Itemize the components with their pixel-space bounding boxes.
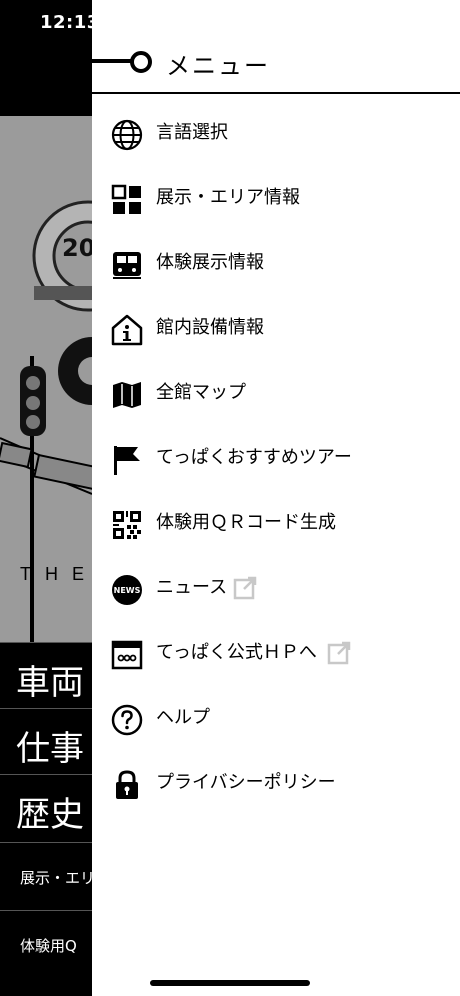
underlay-row: 体験用Q [0, 910, 92, 977]
underlay-logo-text: THE [20, 564, 92, 584]
menu-title: メニュー [166, 52, 270, 80]
underlay-menu: 車両 仕事 歴史 展示・エリ 体験用Q [0, 642, 92, 996]
news-badge-text: NEWS [114, 586, 141, 595]
lock-icon [116, 770, 138, 799]
external-link-icon [233, 576, 257, 600]
menu-item-news[interactable]: NEWS ニュース [92, 559, 460, 619]
menu-item-official-site[interactable]: てっぱく公式ＨＰへ [92, 624, 460, 684]
underlay-row: 仕事 [0, 708, 92, 775]
grid-icon [111, 184, 141, 214]
menu-item-label: プライバシーポリシー [156, 772, 336, 793]
menu-item-label: 展示・エリア情報 [156, 187, 300, 208]
menu-item-label: 言語選択 [156, 122, 228, 143]
menu-item-privacy[interactable]: プライバシーポリシー [92, 754, 460, 814]
map-icon [113, 382, 141, 408]
rail-node-decoration [130, 51, 152, 73]
underlay-hero-illustration: 20 THE [0, 116, 92, 642]
menu-item-exhibit-area[interactable]: 展示・エリア情報 [92, 169, 460, 229]
menu-item-label: 体験用ＱＲコード生成 [156, 512, 336, 533]
menu-item-label: 全館マップ [156, 382, 246, 403]
external-link-icon [327, 641, 351, 665]
svg-text:20: 20 [62, 234, 92, 262]
menu-item-facilities[interactable]: 館内設備情報 [92, 299, 460, 359]
browser-icon [111, 640, 143, 670]
underlay-row: 車両 [0, 642, 92, 709]
status-time: 12:13 [40, 12, 100, 33]
news-icon: NEWS [112, 575, 142, 605]
drawer-header: メニュー [92, 30, 460, 94]
menu-item-label: 館内設備情報 [156, 317, 264, 338]
help-icon [111, 704, 143, 736]
menu-item-tour[interactable]: てっぱくおすすめツアー [92, 429, 460, 489]
menu-item-map[interactable]: 全館マップ [92, 364, 460, 424]
menu-item-label: てっぱく公式ＨＰへ [156, 642, 317, 663]
train-icon [113, 252, 141, 279]
menu-item-label: ヘルプ [156, 707, 210, 728]
menu-item-language[interactable]: 言語選択 [92, 104, 460, 164]
globe-icon [111, 119, 143, 151]
home-indicator [150, 980, 310, 986]
menu-item-help[interactable]: ヘルプ [92, 689, 460, 749]
underlay-header [0, 48, 92, 116]
underlay-row: 歴史 [0, 774, 92, 841]
menu-item-qr-code[interactable]: 体験用ＱＲコード生成 [92, 494, 460, 554]
menu-item-label: 体験展示情報 [156, 252, 264, 273]
menu-item-label: ニュース [156, 577, 228, 598]
info-house-icon [111, 314, 143, 346]
menu-item-experience[interactable]: 体験展示情報 [92, 234, 460, 294]
flag-icon [114, 446, 140, 475]
qr-code-icon [113, 511, 141, 539]
menu-drawer: メニュー 言語選択 展示・エリア情報 体験展示情報 館内設備情報 全館マップ て… [92, 0, 460, 996]
menu-item-label: てっぱくおすすめツアー [156, 447, 352, 468]
underlay-row: 展示・エリ [0, 842, 92, 909]
